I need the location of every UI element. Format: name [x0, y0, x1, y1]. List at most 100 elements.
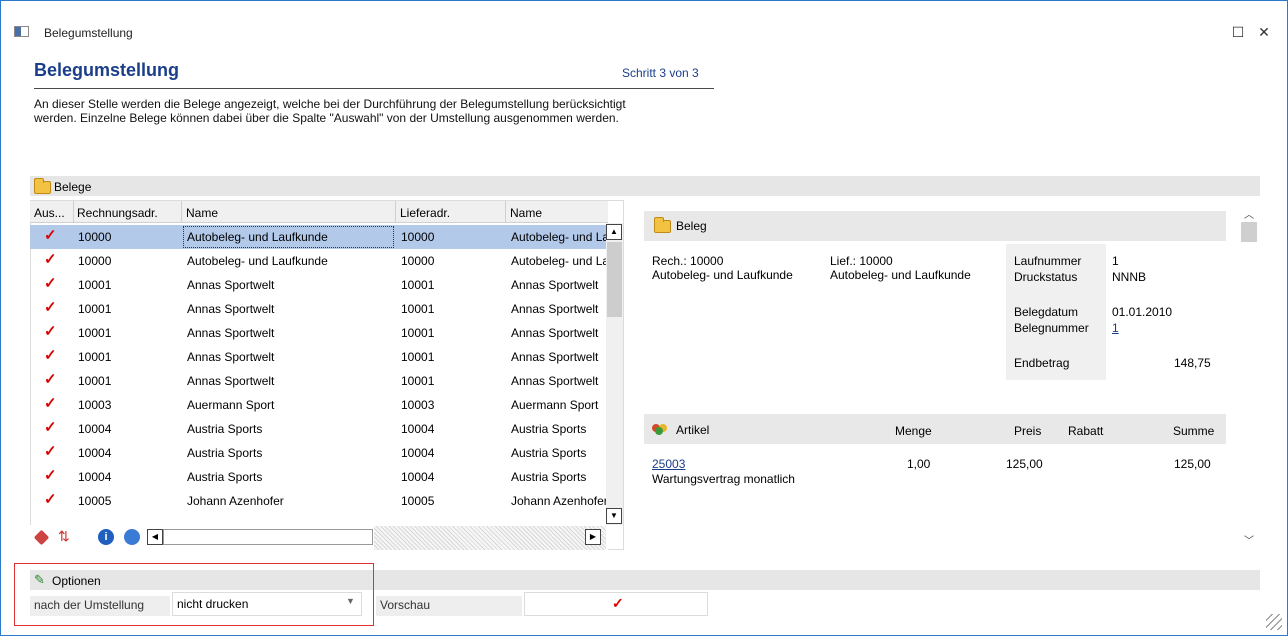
artikel-nr-link[interactable]: 25003	[652, 457, 685, 471]
table-row[interactable]: ✓ 10003 Auermann Sport 10003 Auermann Sport	[30, 393, 608, 417]
scroll-left-button[interactable]: ◀	[147, 529, 163, 545]
rech-value: Rech.: 10000	[652, 254, 724, 268]
column-divider	[395, 201, 396, 223]
table-row[interactable]: ✓ 10004 Austria Sports 10004 Austria Sports	[30, 465, 608, 489]
auswahl-checkbox[interactable]: ✓	[44, 300, 58, 315]
col-header-auswahl[interactable]: Aus...	[34, 206, 65, 220]
cell-name: Austria Sports	[187, 422, 263, 436]
sort-icon[interactable]: ⇅	[58, 528, 74, 544]
auswahl-checkbox[interactable]: ✓	[44, 252, 58, 267]
auswahl-checkbox[interactable]: ✓	[44, 396, 58, 411]
detail-pane	[634, 200, 1239, 550]
table-row[interactable]: ✓ 10001 Annas Sportwelt 10001 Annas Sportwel…	[30, 273, 608, 297]
table-row[interactable]: ✓ 10004 Austria Sports 10004 Austria Sports	[30, 417, 608, 441]
header-divider	[34, 88, 714, 89]
description-line-1: An dieser Stelle werden die Belege angez…	[34, 97, 626, 111]
rech-name: Autobeleg- und Laufkunde	[652, 268, 793, 282]
table-row[interactable]: ✓ 10001 Annas Sportwelt 10001 Annas Sportwel…	[30, 321, 608, 345]
app-window-icon	[14, 26, 29, 37]
maximize-button[interactable]: ☐	[1228, 24, 1248, 41]
cell-lieferadr: 10001	[401, 278, 435, 292]
auswahl-checkbox[interactable]: ✓	[44, 420, 58, 435]
cell-lieferadr: 10005	[401, 494, 435, 508]
detail-scroll-up-icon[interactable]: ︿	[1244, 206, 1254, 221]
belegdatum-label: Belegdatum	[1014, 305, 1079, 319]
auswahl-checkbox[interactable]: ✓	[44, 372, 58, 387]
druckstatus-value: NNNB	[1112, 270, 1147, 284]
cell-name2: Annas Sportwelt	[511, 374, 599, 388]
artikel-section-header	[644, 414, 1226, 444]
cell-rechnungsadr: 10004	[78, 470, 112, 484]
cell-name2: Annas Sportwelt	[511, 326, 599, 340]
cell-name: Annas Sportwelt	[187, 350, 275, 364]
col-header-lieferadr[interactable]: Lieferadr.	[400, 206, 450, 220]
auswahl-checkbox[interactable]: ✓	[44, 324, 58, 339]
cell-lieferadr: 10003	[401, 398, 435, 412]
auswahl-checkbox[interactable]: ✓	[44, 276, 58, 291]
table-row[interactable]: ✓ 10001 Annas Sportwelt 10001 Annas Sportwel…	[30, 369, 608, 393]
scroll-right-button[interactable]: ▶	[585, 529, 601, 545]
artikel-icon	[652, 422, 669, 435]
cell-lieferadr: 10000	[401, 230, 435, 244]
table-row[interactable]: ✓ 10001 Annas Sportwelt 10001 Annas Sportwel…	[30, 297, 608, 321]
cell-rechnungsadr: 10001	[78, 350, 112, 364]
grid-scroll-thumb[interactable]	[607, 242, 622, 317]
table-row[interactable]: ✓ 10005 Johann Azenhofer 10005 Johann Azenho…	[30, 489, 608, 513]
info-icon[interactable]: i	[98, 529, 114, 545]
scroll-down-button[interactable]: ▼	[606, 508, 622, 524]
endbetrag-value: 148,75	[1174, 356, 1211, 370]
druckstatus-label: Druckstatus	[1014, 270, 1078, 284]
cell-name: Annas Sportwelt	[187, 374, 275, 388]
scroll-up-button[interactable]: ▲	[606, 224, 622, 240]
cell-name: Autobeleg- und Laufkunde	[187, 230, 328, 244]
detail-scroll-down-icon[interactable]: ﹀	[1244, 532, 1254, 547]
cell-name: Annas Sportwelt	[187, 326, 275, 340]
cell-name: Austria Sports	[187, 470, 263, 484]
cell-rechnungsadr: 10000	[78, 254, 112, 268]
cell-rechnungsadr: 10004	[78, 422, 112, 436]
table-row[interactable]: ✓ 10001 Annas Sportwelt 10001 Annas Sportwel…	[30, 345, 608, 369]
beleg-section-header	[644, 211, 1226, 241]
col-header-name[interactable]: Name	[186, 206, 218, 220]
col-header-rechnungsadr[interactable]: Rechnungsadr.	[77, 206, 158, 220]
folder-icon	[34, 178, 51, 197]
table-row[interactable]: ✓ 10000 Autobeleg- und Laufkunde 10000 Autob…	[30, 225, 608, 249]
close-button[interactable]: ✕	[1254, 24, 1274, 41]
cell-lieferadr: 10001	[401, 374, 435, 388]
resize-grip-icon[interactable]	[1266, 614, 1282, 630]
artikel-preis: 125,00	[1006, 457, 1043, 471]
auswahl-checkbox[interactable]: ✓	[44, 444, 58, 459]
cell-lieferadr: 10001	[401, 326, 435, 340]
cell-name2: Auermann Sport	[511, 398, 599, 412]
table-row[interactable]: ✓ 10004 Austria Sports 10004 Austria Sports	[30, 441, 608, 465]
column-divider	[505, 201, 506, 223]
grid-horizontal-scrollbar[interactable]	[163, 529, 373, 545]
auswahl-checkbox[interactable]: ✓	[44, 492, 58, 507]
artikel-title: Artikel	[676, 423, 710, 437]
cell-name2: Annas Sportwelt	[511, 278, 599, 292]
col-header-name2[interactable]: Name	[510, 206, 542, 220]
laufnummer-value: 1	[1112, 254, 1119, 268]
belegnummer-link[interactable]: 1	[1112, 321, 1119, 335]
table-row[interactable]: ✓ 10000 Autobeleg- und Laufkunde 10000 Autob…	[30, 249, 608, 273]
artikel-summe: 125,00	[1174, 457, 1211, 471]
col-preis: Preis	[1014, 424, 1042, 438]
cell-lieferadr: 10001	[401, 302, 435, 316]
cell-lieferadr: 10001	[401, 350, 435, 364]
beleg-title: Beleg	[676, 219, 707, 233]
cell-name2: Annas Sportwelt	[511, 350, 599, 364]
belege-panel-header	[30, 176, 1260, 196]
cell-name2: Austria Sports	[511, 446, 587, 460]
database-icon[interactable]	[124, 529, 140, 545]
auswahl-checkbox[interactable]: ✓	[44, 228, 58, 243]
artikel-text: Wartungsvertrag monatlich	[652, 472, 795, 486]
step-indicator: Schritt 3 von 3	[622, 66, 699, 80]
window-title: Belegumstellung	[44, 26, 133, 40]
detail-scroll-thumb[interactable]	[1241, 222, 1257, 242]
auswahl-checkbox[interactable]: ✓	[44, 468, 58, 483]
cell-name: Annas Sportwelt	[187, 278, 275, 292]
vorschau-checkbox[interactable]: ✓	[612, 595, 624, 612]
cell-lieferadr: 10004	[401, 446, 435, 460]
cell-rechnungsadr: 10000	[78, 230, 112, 244]
auswahl-checkbox[interactable]: ✓	[44, 348, 58, 363]
